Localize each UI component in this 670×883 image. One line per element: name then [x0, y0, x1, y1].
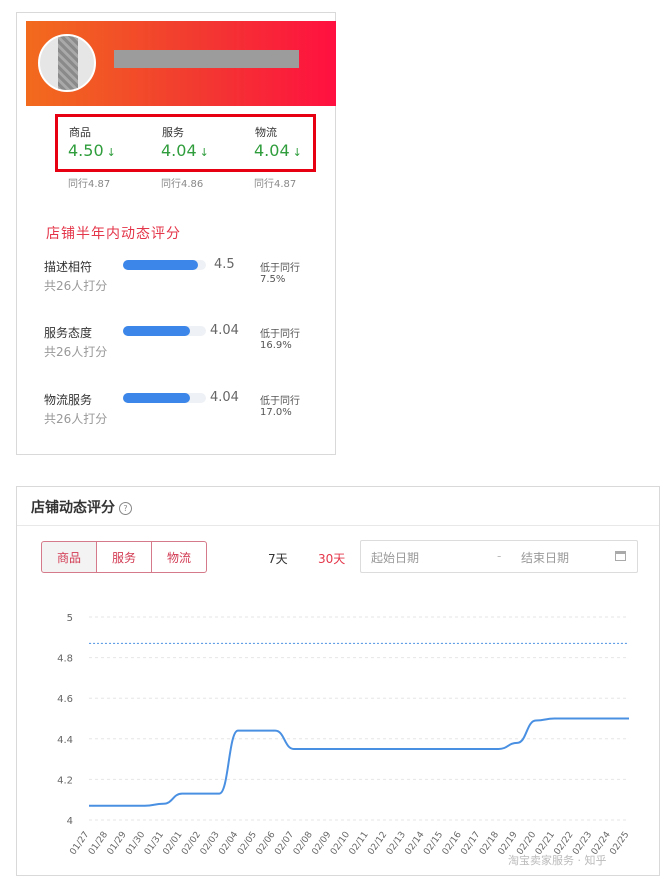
- y-tick-label: 5: [67, 613, 73, 624]
- rating-highlight-box: 商品 4.50 ↓ 服务 4.04 ↓ 物流 4.04 ↓: [55, 114, 316, 172]
- y-tick-label: 4: [67, 816, 73, 827]
- detail-score: 4.04: [210, 390, 239, 405]
- score-bar-fill: [123, 260, 198, 270]
- detail-row-service: 服务态度 共26人打分 4.04 低于同行 16.9%: [17, 323, 335, 374]
- arrow-down-icon: ↓: [292, 146, 302, 159]
- dynamic-rating-panel: 店铺动态评分? 商品 服务 物流 7天 30天 起始日期 - 结束日期 4 4.2…: [16, 486, 660, 876]
- rating-trend-chart: 44.24.44.64.8501/2701/2801/2901/3001/310…: [57, 613, 631, 857]
- detail-compare: 低于同行: [260, 329, 300, 340]
- detail-count: 共26人打分: [44, 345, 108, 359]
- watermark: 淘宝卖家服务 · 知乎: [508, 854, 607, 867]
- detail-row-logistics: 物流服务 共26人打分 4.04 低于同行 17.0%: [17, 390, 335, 441]
- rating-value: 4.04: [161, 141, 197, 160]
- detail-percent: 7.5%: [260, 274, 286, 285]
- rating-label: 物流: [255, 126, 277, 139]
- score-bar: [123, 260, 206, 270]
- y-tick-label: 4.6: [57, 694, 73, 705]
- half-year-title: 店铺半年内动态评分: [46, 226, 181, 242]
- y-tick-label: 4.4: [57, 735, 73, 746]
- y-tick-label: 4.2: [57, 775, 73, 786]
- x-tick-label: 02/25: [608, 830, 631, 857]
- score-bar: [123, 326, 206, 336]
- score-bar-fill: [123, 393, 191, 403]
- detail-percent: 17.0%: [260, 407, 292, 418]
- detail-name: 物流服务: [44, 393, 93, 407]
- detail-score: 4.04: [210, 323, 239, 338]
- detail-compare: 低于同行: [260, 396, 300, 407]
- arrow-down-icon: ↓: [106, 146, 116, 159]
- peer-service: 同行4.86: [161, 179, 204, 190]
- detail-name: 描述相符: [44, 260, 93, 274]
- rating-value: 4.50: [68, 141, 104, 160]
- detail-count: 共26人打分: [44, 412, 108, 426]
- detail-name: 服务态度: [44, 326, 93, 340]
- score-bar: [123, 393, 206, 403]
- detail-compare: 低于同行: [260, 263, 300, 274]
- shop-name-redacted: [114, 50, 299, 68]
- rating-label: 服务: [162, 126, 184, 139]
- rating-value: 4.04: [254, 141, 290, 160]
- shop-rating-card: 商品 4.50 ↓ 服务 4.04 ↓ 物流 4.04 ↓ 同行4.87 同行4.86…: [16, 12, 336, 455]
- shop-banner: [26, 21, 336, 106]
- score-bar-fill: [123, 326, 191, 336]
- y-tick-label: 4.8: [57, 654, 73, 665]
- avatar-blur: [58, 36, 78, 90]
- rating-label: 商品: [69, 126, 91, 139]
- peer-logistics: 同行4.87: [254, 179, 297, 190]
- detail-percent: 16.9%: [260, 340, 292, 351]
- arrow-down-icon: ↓: [199, 146, 209, 159]
- shop-avatar[interactable]: [38, 34, 96, 92]
- peer-product: 同行4.87: [68, 179, 111, 190]
- detail-score: 4.5: [214, 257, 235, 272]
- detail-row-description: 描述相符 共26人打分 4.5 低于同行 7.5%: [17, 257, 335, 308]
- detail-count: 共26人打分: [44, 279, 108, 293]
- series-line-shop: [89, 717, 629, 807]
